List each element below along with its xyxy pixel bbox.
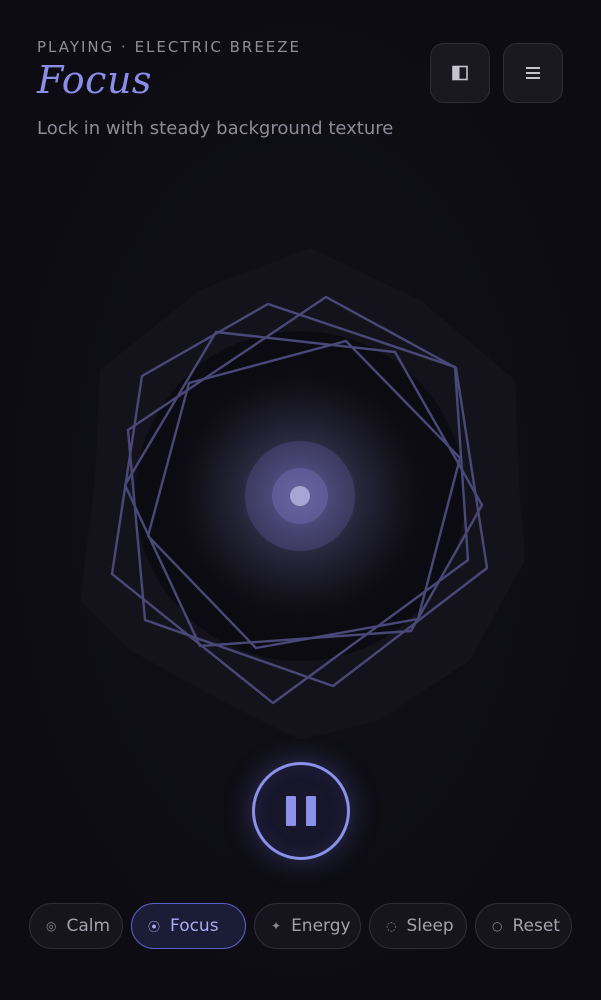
now-playing-label: PLAYING · ELECTRIC BREEZE bbox=[37, 38, 302, 56]
visualizer-core-dot bbox=[290, 486, 310, 506]
preset-sleep[interactable]: ◌ Sleep bbox=[369, 903, 467, 949]
split-square-icon bbox=[452, 65, 468, 81]
pause-button[interactable] bbox=[252, 762, 350, 860]
circle-icon: ○ bbox=[492, 919, 503, 933]
preset-energy-label: Energy bbox=[291, 916, 351, 936]
target-icon: ⦿ bbox=[148, 919, 161, 934]
pause-icon bbox=[286, 796, 296, 826]
dotted-circle-icon: ◌ bbox=[386, 919, 397, 933]
sparkle-icon: ✦ bbox=[271, 919, 282, 933]
preset-calm-label: Calm bbox=[66, 916, 111, 936]
app-root: PLAYING · ELECTRIC BREEZE Focus Lock in … bbox=[0, 0, 601, 1000]
preset-energy[interactable]: ✦ Energy bbox=[254, 903, 361, 949]
preset-focus-label: Focus bbox=[170, 916, 219, 936]
preset-bar: ◎ Calm ⦿ Focus ✦ Energy ◌ Sleep ○ Reset bbox=[29, 903, 572, 949]
spiral-icon: ◎ bbox=[46, 919, 57, 933]
preset-reset-label: Reset bbox=[512, 916, 560, 936]
preset-calm[interactable]: ◎ Calm bbox=[29, 903, 123, 949]
preset-reset[interactable]: ○ Reset bbox=[475, 903, 572, 949]
mode-title: Focus bbox=[37, 58, 152, 102]
pause-icon-bar bbox=[306, 796, 316, 826]
preset-sleep-label: Sleep bbox=[406, 916, 454, 936]
menu-button[interactable] bbox=[503, 43, 563, 103]
preset-focus[interactable]: ⦿ Focus bbox=[131, 903, 246, 949]
layout-toggle-button[interactable] bbox=[430, 43, 490, 103]
audio-visualizer bbox=[80, 248, 525, 740]
hamburger-menu-icon bbox=[525, 66, 541, 80]
mode-description: Lock in with steady background texture bbox=[37, 118, 394, 139]
